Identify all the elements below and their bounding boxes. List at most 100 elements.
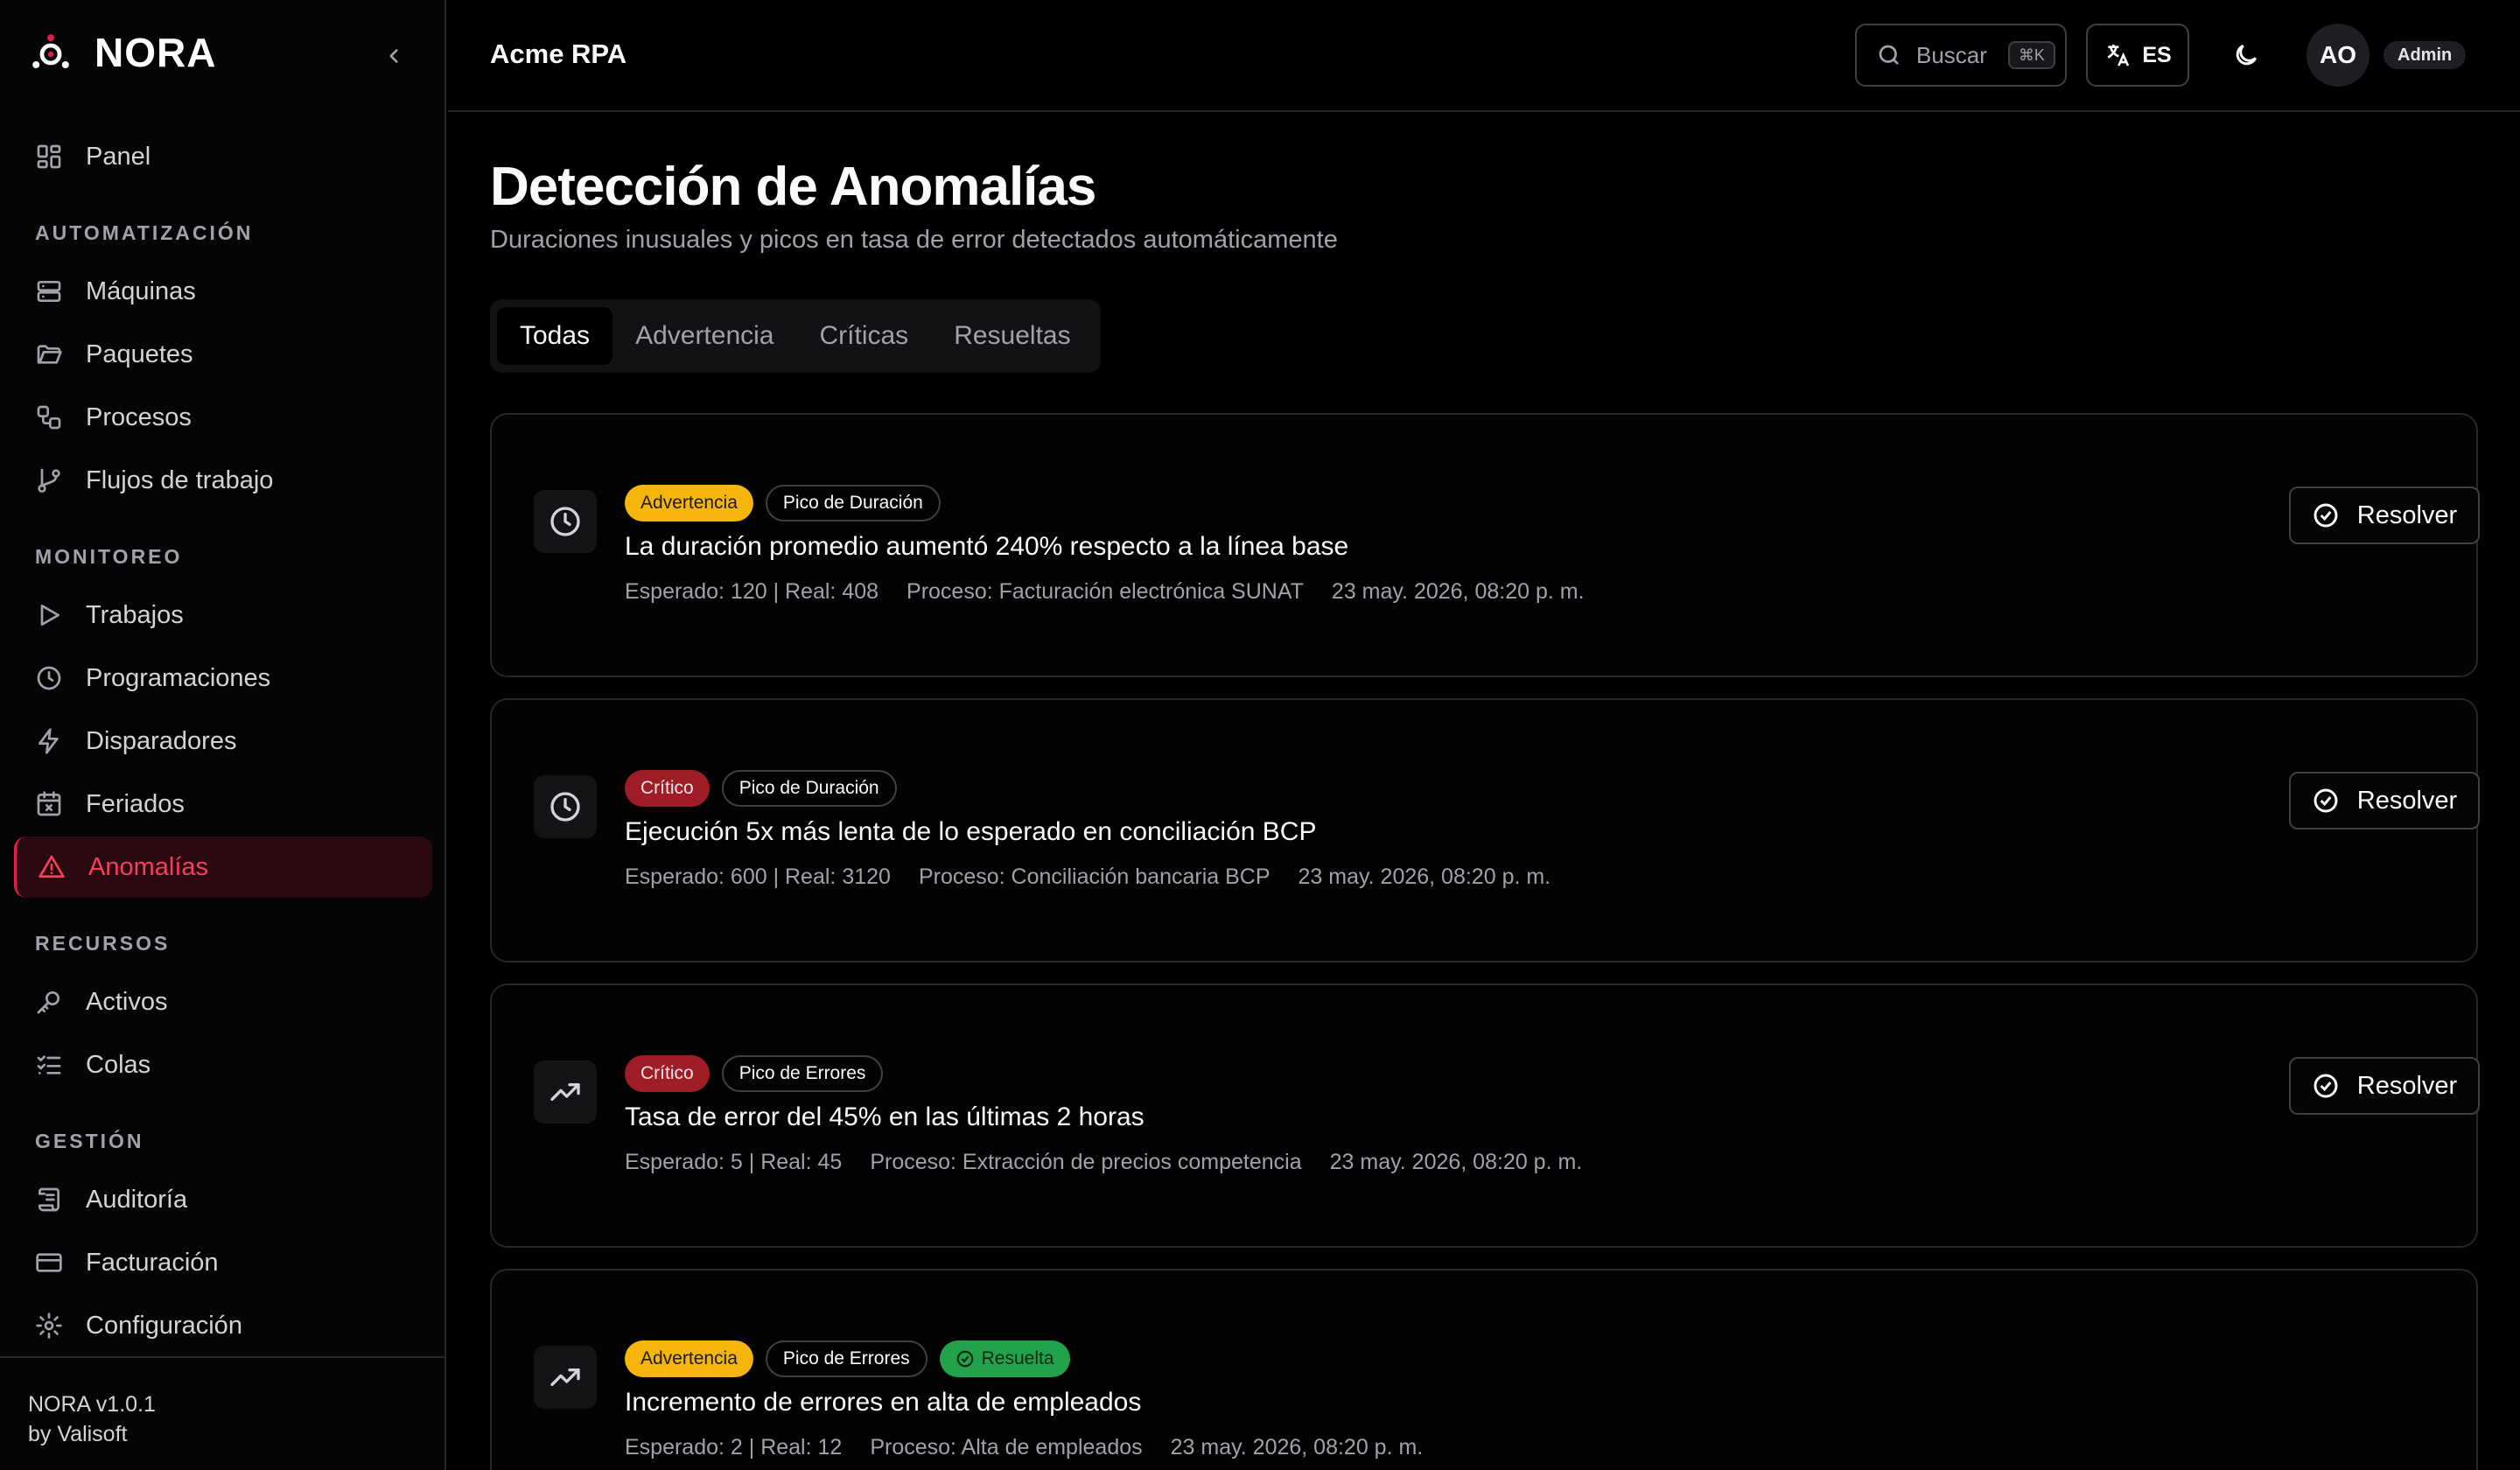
severity-badge: Crítico [625, 1055, 710, 1092]
sidebar-item-anomalias[interactable]: Anomalías [14, 836, 432, 898]
sidebar-item-auditoria[interactable]: Auditoría [14, 1169, 432, 1230]
sidebar-item-disparadores[interactable]: Disparadores [14, 710, 432, 772]
resolve-button[interactable]: Resolver [2289, 486, 2480, 544]
sidebar-item-panel[interactable]: Panel [14, 126, 432, 187]
sidebar-item-label: Programaciones [86, 663, 271, 692]
resolve-label: Resolver [2356, 786, 2458, 815]
clock-icon [534, 775, 597, 838]
tab-criticas[interactable]: Críticas [797, 307, 932, 365]
trending-up-icon [534, 1346, 597, 1409]
play-icon [35, 601, 63, 629]
resolved-status-badge: Resuelta [939, 1340, 1070, 1377]
anomaly-date: 23 may. 2026, 08:20 p. m. [1329, 1150, 1583, 1174]
anomaly-expected-actual: Esperado: 5 | Real: 45 [625, 1150, 843, 1174]
anomaly-card: Advertencia Pico de Errores Resuelta Inc… [490, 1269, 2478, 1470]
sidebar-item-label: Colas [86, 1050, 151, 1079]
brand[interactable]: NORA [30, 26, 216, 79]
search-icon [1879, 45, 1899, 65]
anomaly-badges: Crítico Pico de Duración [625, 770, 909, 807]
resolved-status-label: Resuelta [981, 1348, 1054, 1368]
sidebar-item-label: Procesos [86, 402, 192, 431]
anomaly-date: 23 may. 2026, 08:20 p. m. [1170, 1435, 1424, 1460]
theme-toggle-button[interactable] [2224, 33, 2268, 77]
sidebar-nav: Panel AUTOMATIZACIÓN Máquinas Paquetes P… [14, 126, 432, 1358]
app-root: NORA Panel AUTOMATIZACIÓN Máquinas Paque… [0, 0, 2520, 1470]
sidebar-item-label: Flujos de trabajo [86, 466, 274, 494]
tab-resueltas[interactable]: Resueltas [931, 307, 1093, 365]
filter-tabs: Todas Advertencia Críticas Resueltas [490, 299, 1101, 373]
sidebar-item-facturacion[interactable]: Facturación [14, 1232, 432, 1293]
sidebar-item-trabajos[interactable]: Trabajos [14, 584, 432, 646]
user-avatar[interactable]: AO [2306, 24, 2370, 87]
severity-badge: Crítico [625, 770, 710, 807]
organization-name[interactable]: Acme RPA [490, 38, 626, 70]
anomaly-badges: Advertencia Pico de Duración [625, 485, 953, 522]
language-button[interactable]: ES [2086, 24, 2189, 87]
severity-badge: Advertencia [625, 485, 753, 522]
sidebar-item-procesos[interactable]: Procesos [14, 387, 432, 448]
severity-badge: Advertencia [625, 1340, 753, 1377]
anomaly-meta: Esperado: 120 | Real: 408 Proceso: Factu… [625, 579, 1613, 605]
moon-icon [2236, 44, 2258, 66]
layout-dashboard-icon [35, 143, 63, 171]
anomaly-process: Proceso: Alta de empleados [870, 1435, 1143, 1460]
anomaly-card: Crítico Pico de Duración Ejecución 5x má… [490, 698, 2480, 962]
anomaly-type-badge: Pico de Errores [721, 1055, 884, 1092]
check-circle-icon [2314, 503, 2338, 528]
sidebar-item-label: Anomalías [88, 852, 209, 881]
list-checks-icon [35, 1051, 63, 1079]
anomaly-date: 23 may. 2026, 08:20 p. m. [1331, 579, 1585, 604]
sidebar-item-flujos-de-trabajo[interactable]: Flujos de trabajo [14, 450, 432, 511]
sidebar-item-programaciones[interactable]: Programaciones [14, 648, 432, 709]
anomaly-meta: Esperado: 2 | Real: 12 Proceso: Alta de … [625, 1435, 1451, 1460]
anomaly-card: Crítico Pico de Errores Tasa de error de… [490, 984, 2480, 1248]
sidebar-item-maquinas[interactable]: Máquinas [14, 261, 432, 322]
brand-name: NORA [94, 30, 217, 75]
key-icon [35, 988, 63, 1016]
anomaly-expected-actual: Esperado: 120 | Real: 408 [625, 579, 879, 604]
sidebar-item-label: Máquinas [86, 276, 196, 305]
anomaly-date: 23 may. 2026, 08:20 p. m. [1298, 864, 1551, 889]
page-subtitle: Duraciones inusuales y picos en tasa de … [490, 226, 1338, 254]
section-label-recursos: RECURSOS [35, 931, 171, 955]
nora-logo-icon [32, 34, 69, 68]
server-icon [35, 277, 63, 305]
sidebar-item-label: Panel [86, 142, 151, 171]
sidebar-item-label: Trabajos [86, 600, 184, 629]
chevron-left-icon [389, 49, 398, 63]
resolve-button[interactable]: Resolver [2289, 772, 2480, 830]
sidebar-footer: NORA v1.0.1 by Valisoft [0, 1356, 444, 1470]
search-shortcut: ⌘K [2007, 41, 2055, 69]
vendor-credit: by Valisoft [28, 1422, 128, 1446]
resolve-label: Resolver [2356, 500, 2458, 529]
page-title: Detección de Anomalías [490, 157, 1096, 217]
search-button[interactable]: Buscar ⌘K [1855, 24, 2067, 87]
anomaly-title: La duración promedio aumentó 240% respec… [625, 532, 1349, 561]
anomaly-process: Proceso: Facturación electrónica SUNAT [906, 579, 1304, 604]
sidebar-item-colas[interactable]: Colas [14, 1034, 432, 1096]
sidebar-item-activos[interactable]: Activos [14, 971, 432, 1032]
anomaly-process: Proceso: Conciliación bancaria BCP [918, 864, 1270, 889]
sidebar-item-label: Facturación [86, 1248, 219, 1277]
folder-open-icon [35, 340, 63, 368]
check-circle-icon [2314, 1074, 2338, 1098]
calendar-x-icon [35, 790, 63, 818]
anomaly-title: Tasa de error del 45% en las últimas 2 h… [625, 1102, 1144, 1131]
clock-icon [534, 490, 597, 553]
sidebar-item-paquetes[interactable]: Paquetes [14, 324, 432, 385]
check-circle-icon [956, 1350, 973, 1368]
sidebar-item-configuracion[interactable]: Configuración [14, 1295, 432, 1356]
tab-advertencia[interactable]: Advertencia [612, 307, 796, 365]
sidebar-item-label: Paquetes [86, 340, 193, 368]
anomaly-expected-actual: Esperado: 600 | Real: 3120 [625, 864, 891, 889]
anomaly-process: Proceso: Extracción de precios competenc… [870, 1150, 1302, 1174]
scroll-text-icon [35, 1186, 63, 1214]
credit-card-icon [35, 1249, 63, 1277]
tab-todas[interactable]: Todas [497, 307, 613, 365]
sidebar: NORA Panel AUTOMATIZACIÓN Máquinas Paque… [0, 0, 446, 1470]
resolve-button[interactable]: Resolver [2289, 1057, 2480, 1115]
section-label-monitoreo: MONITOREO [35, 544, 183, 568]
anomaly-title: Ejecución 5x más lenta de lo esperado en… [625, 817, 1317, 846]
collapse-sidebar-button[interactable] [376, 38, 411, 74]
sidebar-item-feriados[interactable]: Feriados [14, 774, 432, 835]
